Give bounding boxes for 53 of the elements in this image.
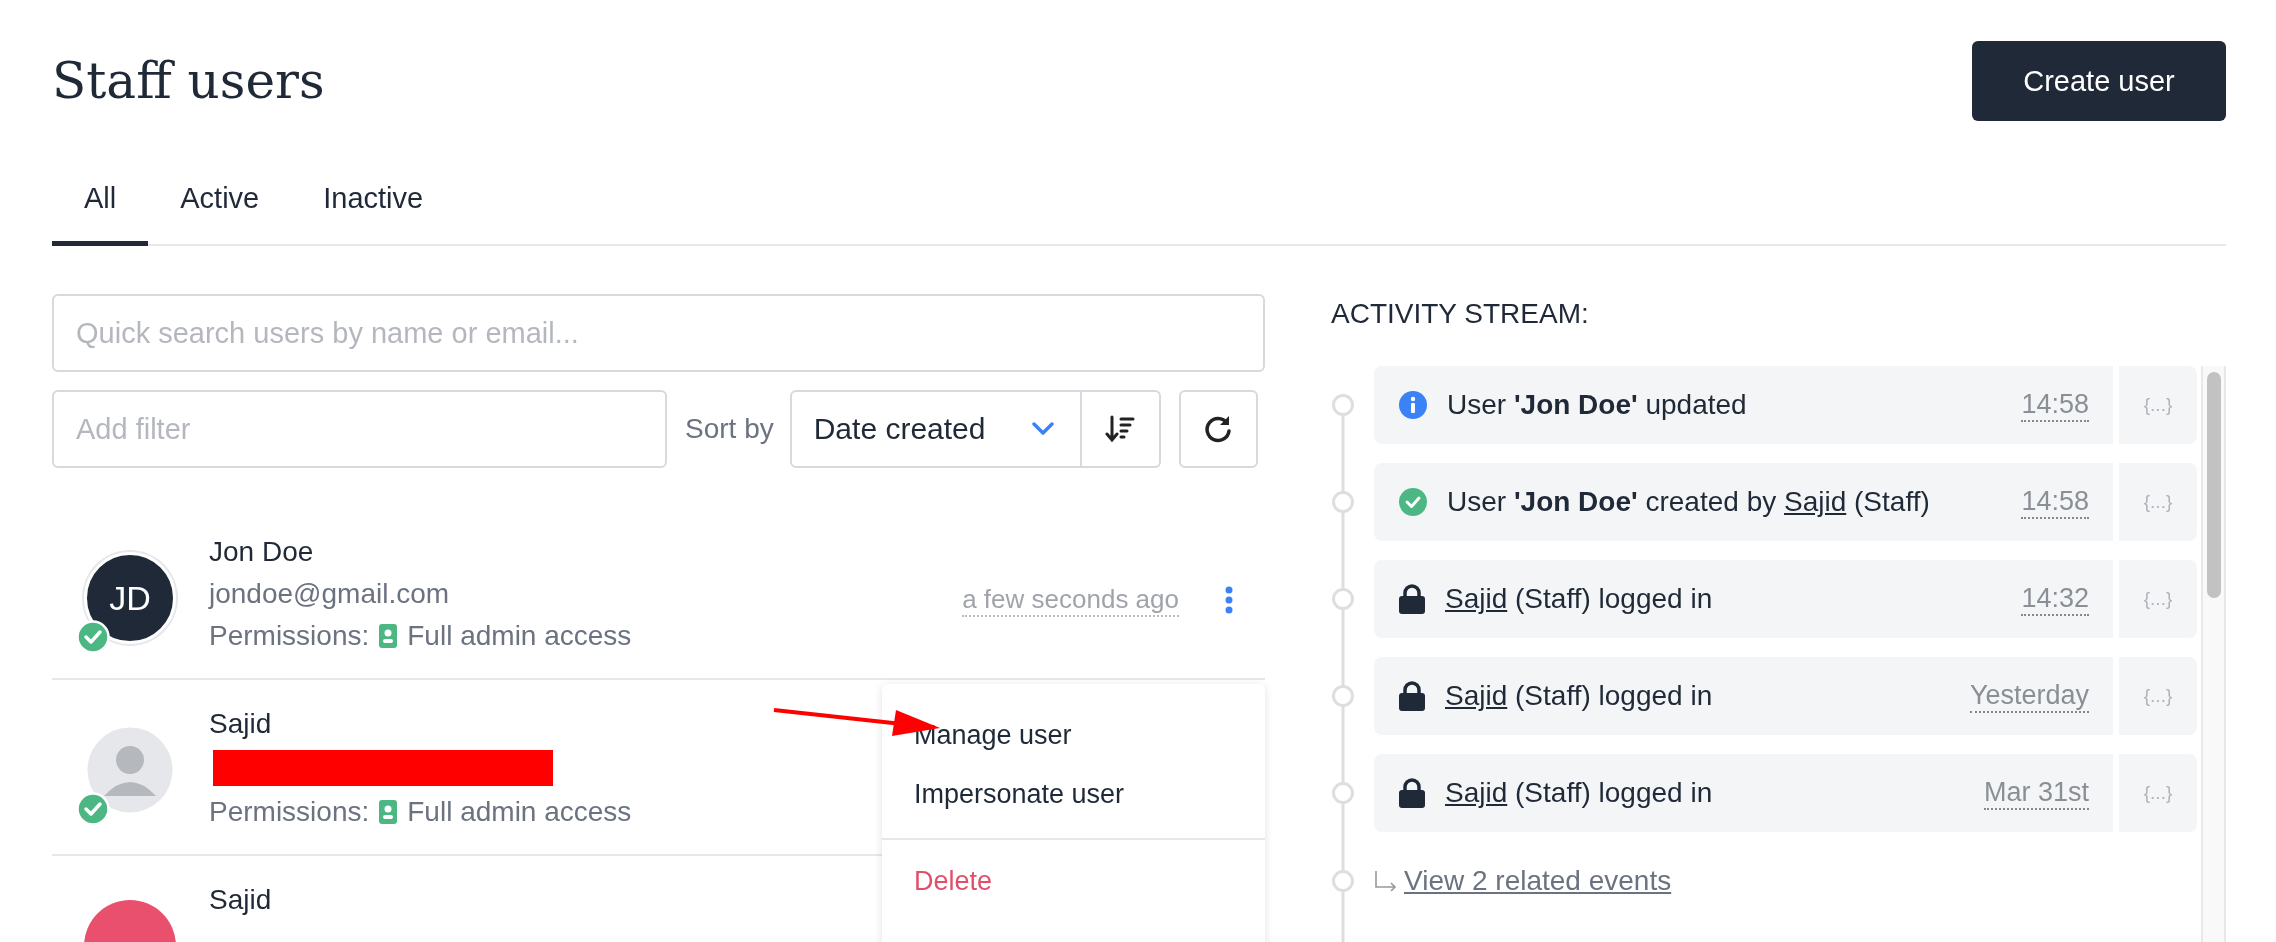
event-time: 14:58 <box>2021 485 2089 519</box>
search-field[interactable]: Quick search users by name or email... <box>52 294 1265 372</box>
chevron-down-icon <box>1031 422 1054 436</box>
user-link[interactable]: Sajid <box>1445 777 1508 808</box>
event-time: 14:32 <box>2021 582 2089 616</box>
user-link[interactable]: Sajid <box>1445 680 1508 711</box>
refresh-button[interactable] <box>1178 390 1258 468</box>
menu-item[interactable]: Impersonate user <box>882 765 1157 824</box>
sort-label: Sort by <box>685 413 774 445</box>
permissions-label: Permissions: <box>209 620 370 652</box>
id-badge-icon <box>379 800 398 824</box>
event-time: 14:58 <box>2021 388 2089 422</box>
user-avatar: JD <box>84 552 176 644</box>
activity-stream-heading: ACTIVITY STREAM: <box>1331 298 1590 330</box>
created-time: a few seconds ago <box>962 584 1179 617</box>
menu-item[interactable]: Delete <box>882 852 1025 911</box>
return-arrow-icon <box>1374 871 1398 891</box>
user-email: jondoe@gmail.com <box>209 578 450 610</box>
event-time: Mar 31st <box>1983 776 2089 810</box>
permission-value: Full admin access <box>407 620 632 652</box>
filter-field[interactable]: Add filter <box>52 390 667 468</box>
event-text: Sajid (Staff) logged in <box>1445 583 1714 615</box>
user-name: Jon Doe <box>209 536 314 568</box>
event-time: Yesterday <box>1969 679 2089 713</box>
event-text: User 'Jon Doe' created by Sajid (Staff) <box>1447 486 1931 518</box>
id-badge-icon <box>379 624 398 648</box>
info-icon <box>1399 391 1427 419</box>
lock-icon <box>1399 681 1425 711</box>
user-link[interactable]: Sajid <box>1784 486 1847 517</box>
refresh-icon <box>1203 414 1234 444</box>
create-user-button[interactable]: Create user <box>1972 41 2226 121</box>
lock-icon <box>1399 584 1425 614</box>
user-name: Sajid <box>209 884 272 916</box>
check-circle-icon <box>1399 488 1427 516</box>
user-link[interactable]: Sajid <box>1445 583 1508 614</box>
user-name: Sajid <box>209 708 272 740</box>
event-text: Sajid (Staff) logged in <box>1445 680 1714 712</box>
scrollbar[interactable] <box>2201 366 2226 942</box>
permission-value: Full admin access <box>407 796 632 828</box>
permissions-label: Permissions: <box>209 796 370 828</box>
lock-icon <box>1399 778 1425 808</box>
sort-direction-button[interactable] <box>1081 390 1161 468</box>
event-text: User 'Jon Doe' updated <box>1447 389 1748 421</box>
related-events-link[interactable]: View 2 related events <box>1404 865 1672 897</box>
more-vertical-icon <box>1225 586 1233 614</box>
tab[interactable]: Active <box>148 162 292 246</box>
sort-descending-icon <box>1105 414 1136 444</box>
event-text: Sajid (Staff) logged in <box>1445 777 1714 809</box>
sort-select[interactable]: Date created <box>789 390 1082 468</box>
page-title: Staff users <box>52 52 325 110</box>
scroll-thumb[interactable] <box>2206 372 2221 598</box>
tab[interactable]: Inactive <box>291 162 456 246</box>
tab[interactable]: All <box>52 162 149 246</box>
